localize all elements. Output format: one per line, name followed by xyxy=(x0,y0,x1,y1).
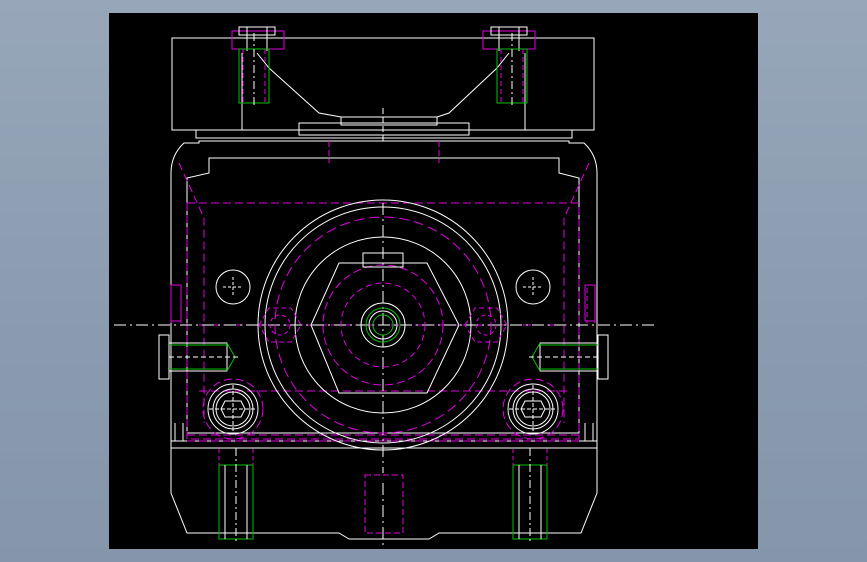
left-side-details xyxy=(170,284,184,441)
center-lines xyxy=(114,203,654,549)
top-left-bolt xyxy=(231,26,285,108)
top-clamp-block xyxy=(171,37,595,143)
left-socket-head-screw xyxy=(202,378,264,440)
top-right-bolt xyxy=(482,26,536,108)
right-through-hole xyxy=(515,269,551,305)
right-socket-head-screw xyxy=(502,378,564,440)
cad-drawing xyxy=(114,26,654,549)
hex-nut xyxy=(310,252,460,394)
cad-viewport[interactable] xyxy=(109,13,758,549)
bottom-right-threaded-hole xyxy=(512,448,548,543)
bottom-left-threaded-hole xyxy=(218,448,254,543)
bottom-center-hole xyxy=(364,474,404,534)
left-through-hole xyxy=(215,269,251,305)
main-housing xyxy=(170,140,598,540)
